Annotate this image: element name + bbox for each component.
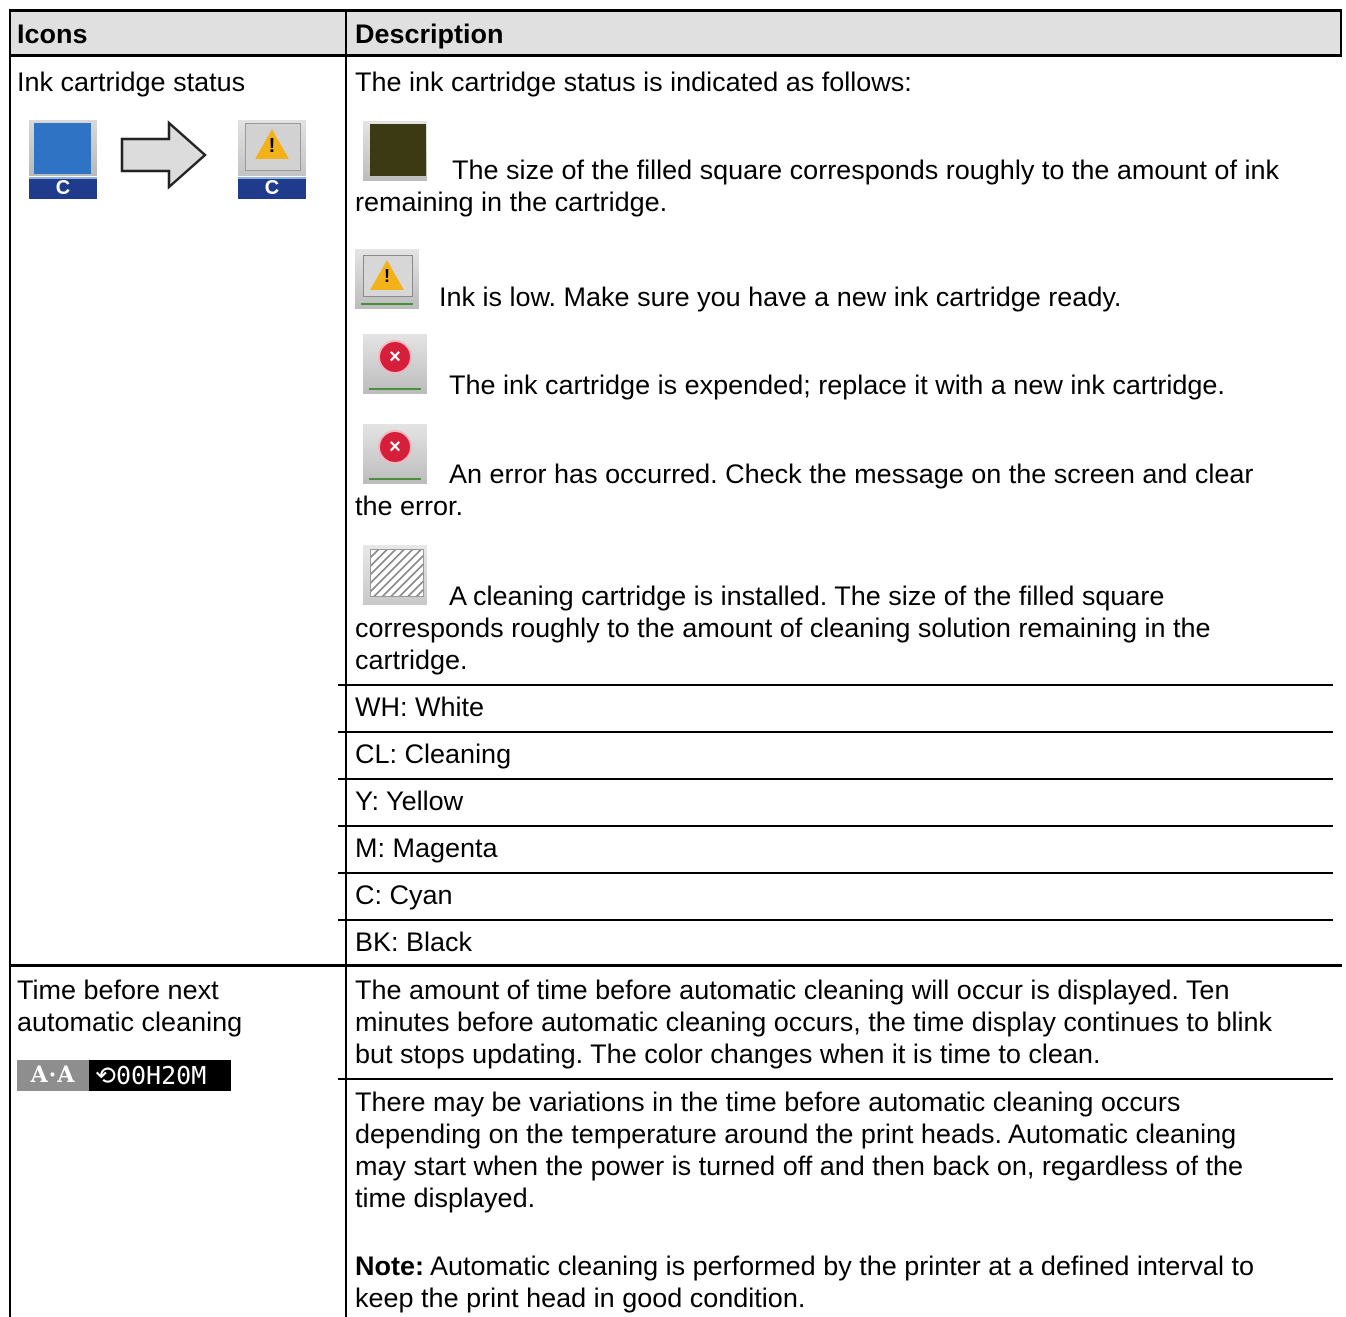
- ink-level-text: The size of the filled square correspond…: [452, 155, 1279, 185]
- ink-low-text: Ink is low. Make sure you have a new ink…: [439, 282, 1122, 312]
- color-code-wh: WH: White: [355, 692, 485, 722]
- note-text: Automatic cleaning is performed by the p…: [430, 1251, 1254, 1281]
- color-list-divider: [338, 731, 1333, 733]
- auto-clean-para1-l1: The amount of time before automatic clea…: [355, 975, 1230, 1005]
- color-list-divider: [338, 872, 1333, 874]
- cartridge-letter: C: [55, 177, 71, 199]
- color-list-divider: [338, 825, 1333, 827]
- color-list-divider: [338, 684, 1333, 686]
- cartridge-full-icon: C: [29, 120, 97, 199]
- auto-clean-para1-l2: minutes before automatic cleaning occurs…: [355, 1007, 1272, 1037]
- paragraph-divider: [338, 1078, 1333, 1080]
- color-code-y: Y: Yellow: [355, 786, 464, 816]
- table-right-border: [1340, 9, 1342, 54]
- color-list-divider: [338, 778, 1333, 780]
- ink-level-square-icon: [363, 121, 427, 181]
- cartridge-letter-2: C: [264, 177, 280, 199]
- note-line2: keep the print head in good condition.: [355, 1283, 806, 1313]
- auto-clean-para2-l3: may start when the power is turned off a…: [355, 1151, 1244, 1181]
- text-size-icon: A·A: [17, 1060, 89, 1091]
- column-divider: [345, 9, 347, 1317]
- cartridge-low-icon: ! C: [238, 120, 306, 199]
- error-text: An error has occurred. Check the message…: [449, 459, 1254, 489]
- color-code-m: M: Magenta: [355, 833, 498, 863]
- cleaning-text-cont2: cartridge.: [355, 645, 468, 675]
- auto-clean-para2-l1: There may be variations in the time befo…: [355, 1087, 1181, 1117]
- color-code-cl: CL: Cleaning: [355, 739, 512, 769]
- expended-text: The ink cartridge is expended; replace i…: [449, 370, 1225, 400]
- auto-clean-para2-l4: time displayed.: [355, 1183, 536, 1213]
- table-header-background: [9, 12, 1342, 54]
- error-icon-2: ×: [363, 424, 427, 484]
- ink-level-text-cont: remaining in the cartridge.: [355, 187, 668, 217]
- note-label: Note:: [355, 1251, 424, 1281]
- row-label-time-line1: Time before next: [17, 975, 219, 1005]
- cleaning-text-cont1: corresponds roughly to the amount of cle…: [355, 613, 1211, 643]
- color-code-c: C: Cyan: [355, 880, 453, 910]
- cleaning-cartridge-icon: [363, 545, 427, 605]
- ink-status-intro: The ink cartridge status is indicated as…: [355, 67, 912, 97]
- error-icon: ×: [363, 334, 427, 394]
- row-label-time-line2: automatic cleaning: [17, 1007, 243, 1037]
- auto-clean-para2-l2: depending on the temperature around the …: [355, 1119, 1237, 1149]
- header-bottom-border: [9, 54, 1342, 57]
- auto-clean-para1-l3: but stops updating. The color changes wh…: [355, 1039, 1101, 1069]
- row-label-ink-cartridge-status: Ink cartridge status: [17, 67, 246, 97]
- color-code-bk: BK: Black: [355, 927, 473, 957]
- cleaning-text: A cleaning cartridge is installed. The s…: [449, 581, 1165, 611]
- header-icons: Icons: [17, 19, 88, 49]
- error-text-cont: the error.: [355, 491, 464, 521]
- table-left-border: [9, 9, 11, 1317]
- header-description: Description: [355, 19, 504, 49]
- warning-icon: !: [355, 249, 419, 309]
- cleaning-timer-display: A·A ⟲00H20M: [17, 1060, 231, 1091]
- row-divider: [9, 964, 1342, 967]
- note-line1: Note: Automatic cleaning is performed by…: [355, 1250, 1254, 1282]
- table-top-border: [9, 9, 1342, 12]
- timer-value: ⟲00H20M: [95, 1061, 207, 1090]
- color-list-divider: [338, 919, 1333, 921]
- right-arrow-icon: [120, 120, 207, 190]
